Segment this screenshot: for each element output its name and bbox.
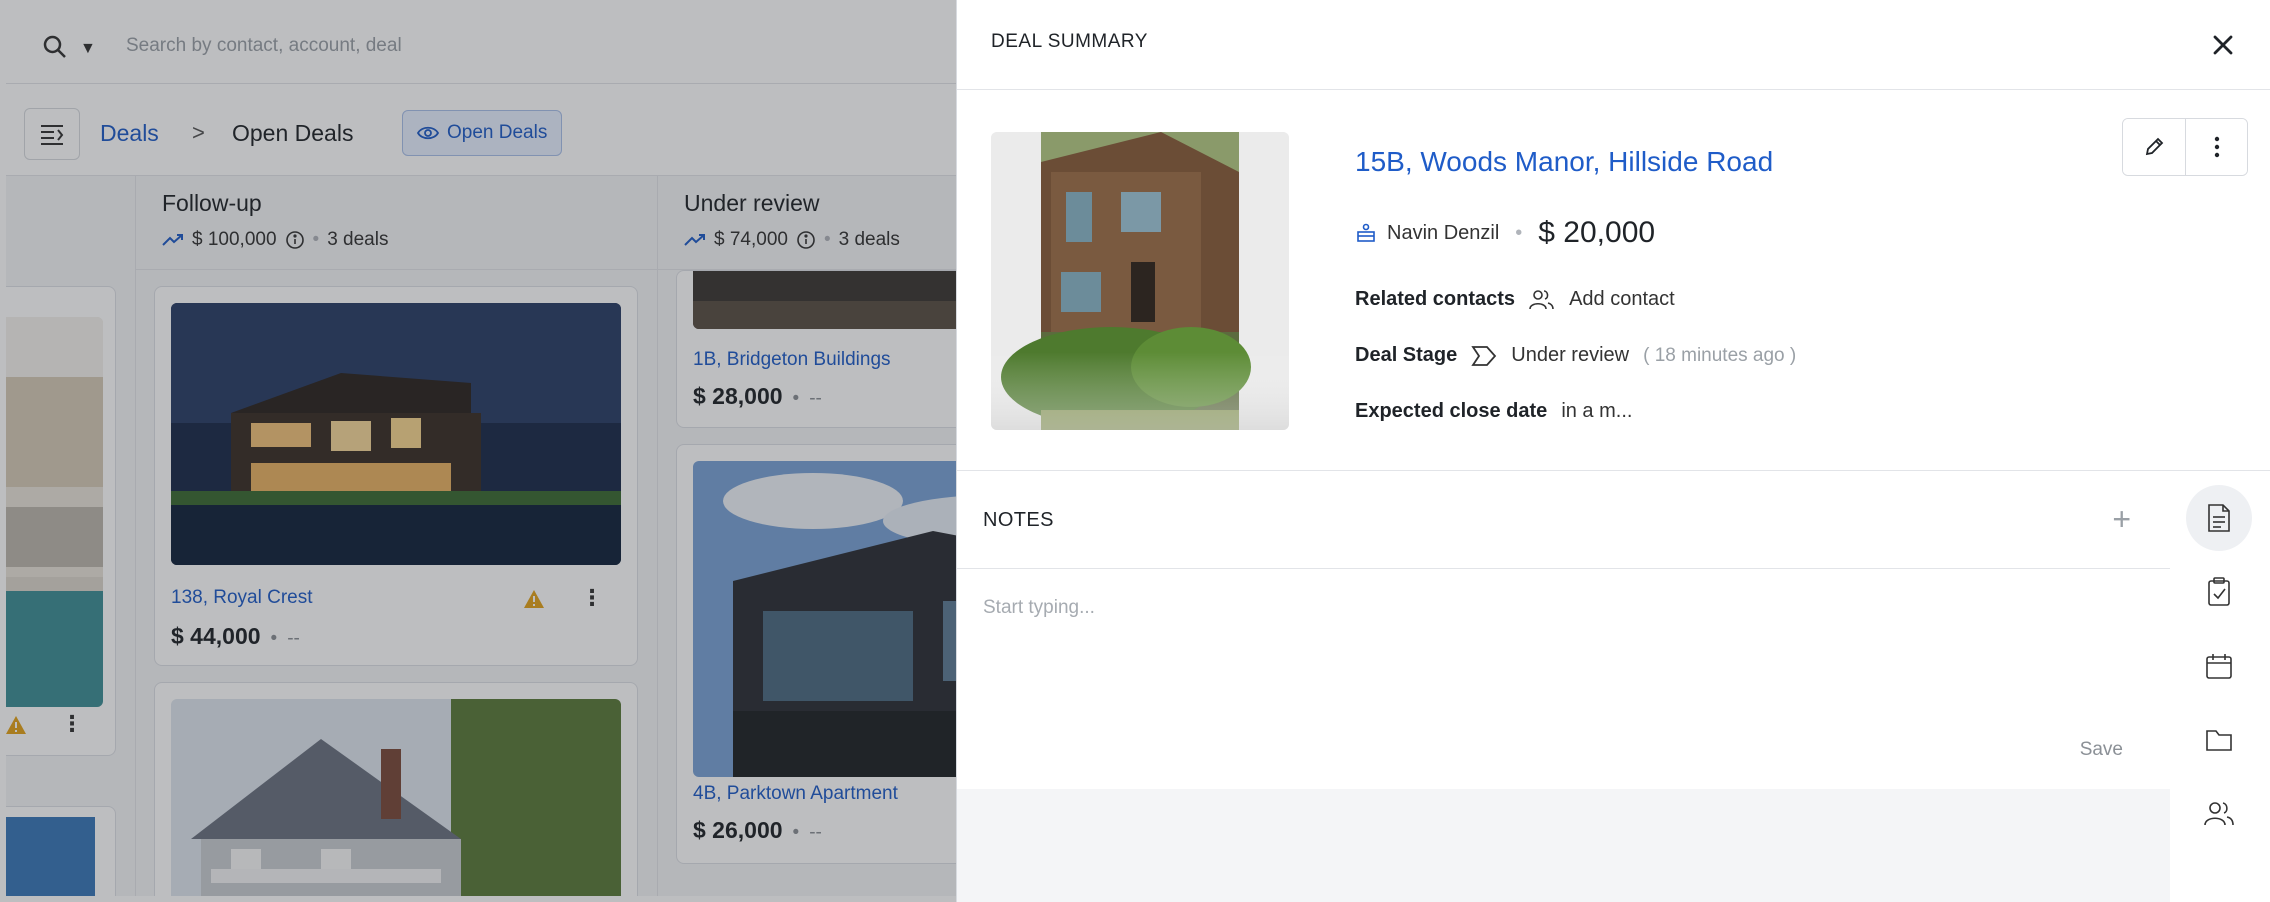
deal-stage-value[interactable]: Under review — [1511, 344, 1629, 367]
related-contacts-row: Related contacts Add contact — [1355, 288, 1675, 311]
close-icon — [2213, 35, 2233, 55]
panel-body: NOTES + Save — [957, 470, 2270, 902]
deal-summary-panel: DEAL SUMMARY 15B, Woods Manor, Hillside … — [956, 0, 2270, 902]
tasks-icon — [2208, 577, 2230, 606]
notes-input[interactable] — [983, 597, 2133, 697]
deal-stage-label: Deal Stage — [1355, 344, 1458, 366]
deal-owner-row: Navin Denzil • $ 20,000 — [1355, 216, 1655, 250]
deal-photo[interactable] — [991, 132, 1289, 430]
rail-tasks-button[interactable] — [2186, 559, 2252, 625]
notes-area: NOTES + Save — [957, 471, 2171, 902]
close-date-value[interactable]: in a m... — [1561, 400, 1632, 423]
owner-icon — [1357, 223, 1375, 242]
rail-contacts-button[interactable] — [2186, 781, 2252, 847]
stage-icon — [1471, 345, 1497, 366]
close-date-row: Expected close date in a m... — [1355, 400, 1632, 423]
notes-title: NOTES — [983, 509, 1054, 531]
calendar-icon — [2206, 654, 2232, 679]
more-button[interactable] — [2185, 119, 2247, 175]
contacts-icon — [1529, 289, 1554, 309]
panel-side-rail — [2170, 471, 2270, 902]
more-icon — [2214, 136, 2219, 158]
deal-stage-row: Deal Stage Under review ( 18 minutes ago… — [1355, 344, 1796, 367]
modal-backdrop[interactable] — [0, 0, 956, 902]
edit-button[interactable] — [2123, 119, 2185, 175]
close-button[interactable] — [2200, 22, 2246, 68]
rail-notes-button[interactable] — [2186, 485, 2252, 551]
deal-actions — [2122, 118, 2248, 176]
notes-card: NOTES + Save — [957, 471, 2171, 789]
deal-photo-image — [991, 132, 1289, 430]
panel-header: DEAL SUMMARY — [957, 0, 2270, 90]
rail-calendar-button[interactable] — [2186, 633, 2252, 699]
add-note-button[interactable]: + — [2112, 501, 2131, 538]
save-button[interactable]: Save — [2080, 739, 2123, 761]
notes-header: NOTES + — [957, 471, 2171, 569]
edit-icon — [2145, 137, 2164, 156]
folder-icon — [2206, 730, 2232, 751]
deal-owner-name[interactable]: Navin Denzil — [1387, 222, 1499, 245]
rail-files-button[interactable] — [2186, 707, 2252, 773]
related-contacts-label: Related contacts — [1355, 288, 1516, 310]
close-date-label: Expected close date — [1355, 400, 1548, 422]
add-contact-button[interactable]: Add contact — [1569, 288, 1675, 311]
deal-amount: $ 20,000 — [1538, 216, 1656, 249]
deal-stage-time: ( 18 minutes ago ) — [1643, 344, 1797, 366]
deal-name-link[interactable]: 15B, Woods Manor, Hillside Road — [1355, 146, 1773, 178]
people-icon — [2204, 802, 2234, 826]
panel-title: DEAL SUMMARY — [991, 31, 1148, 52]
notes-icon — [2208, 504, 2230, 532]
